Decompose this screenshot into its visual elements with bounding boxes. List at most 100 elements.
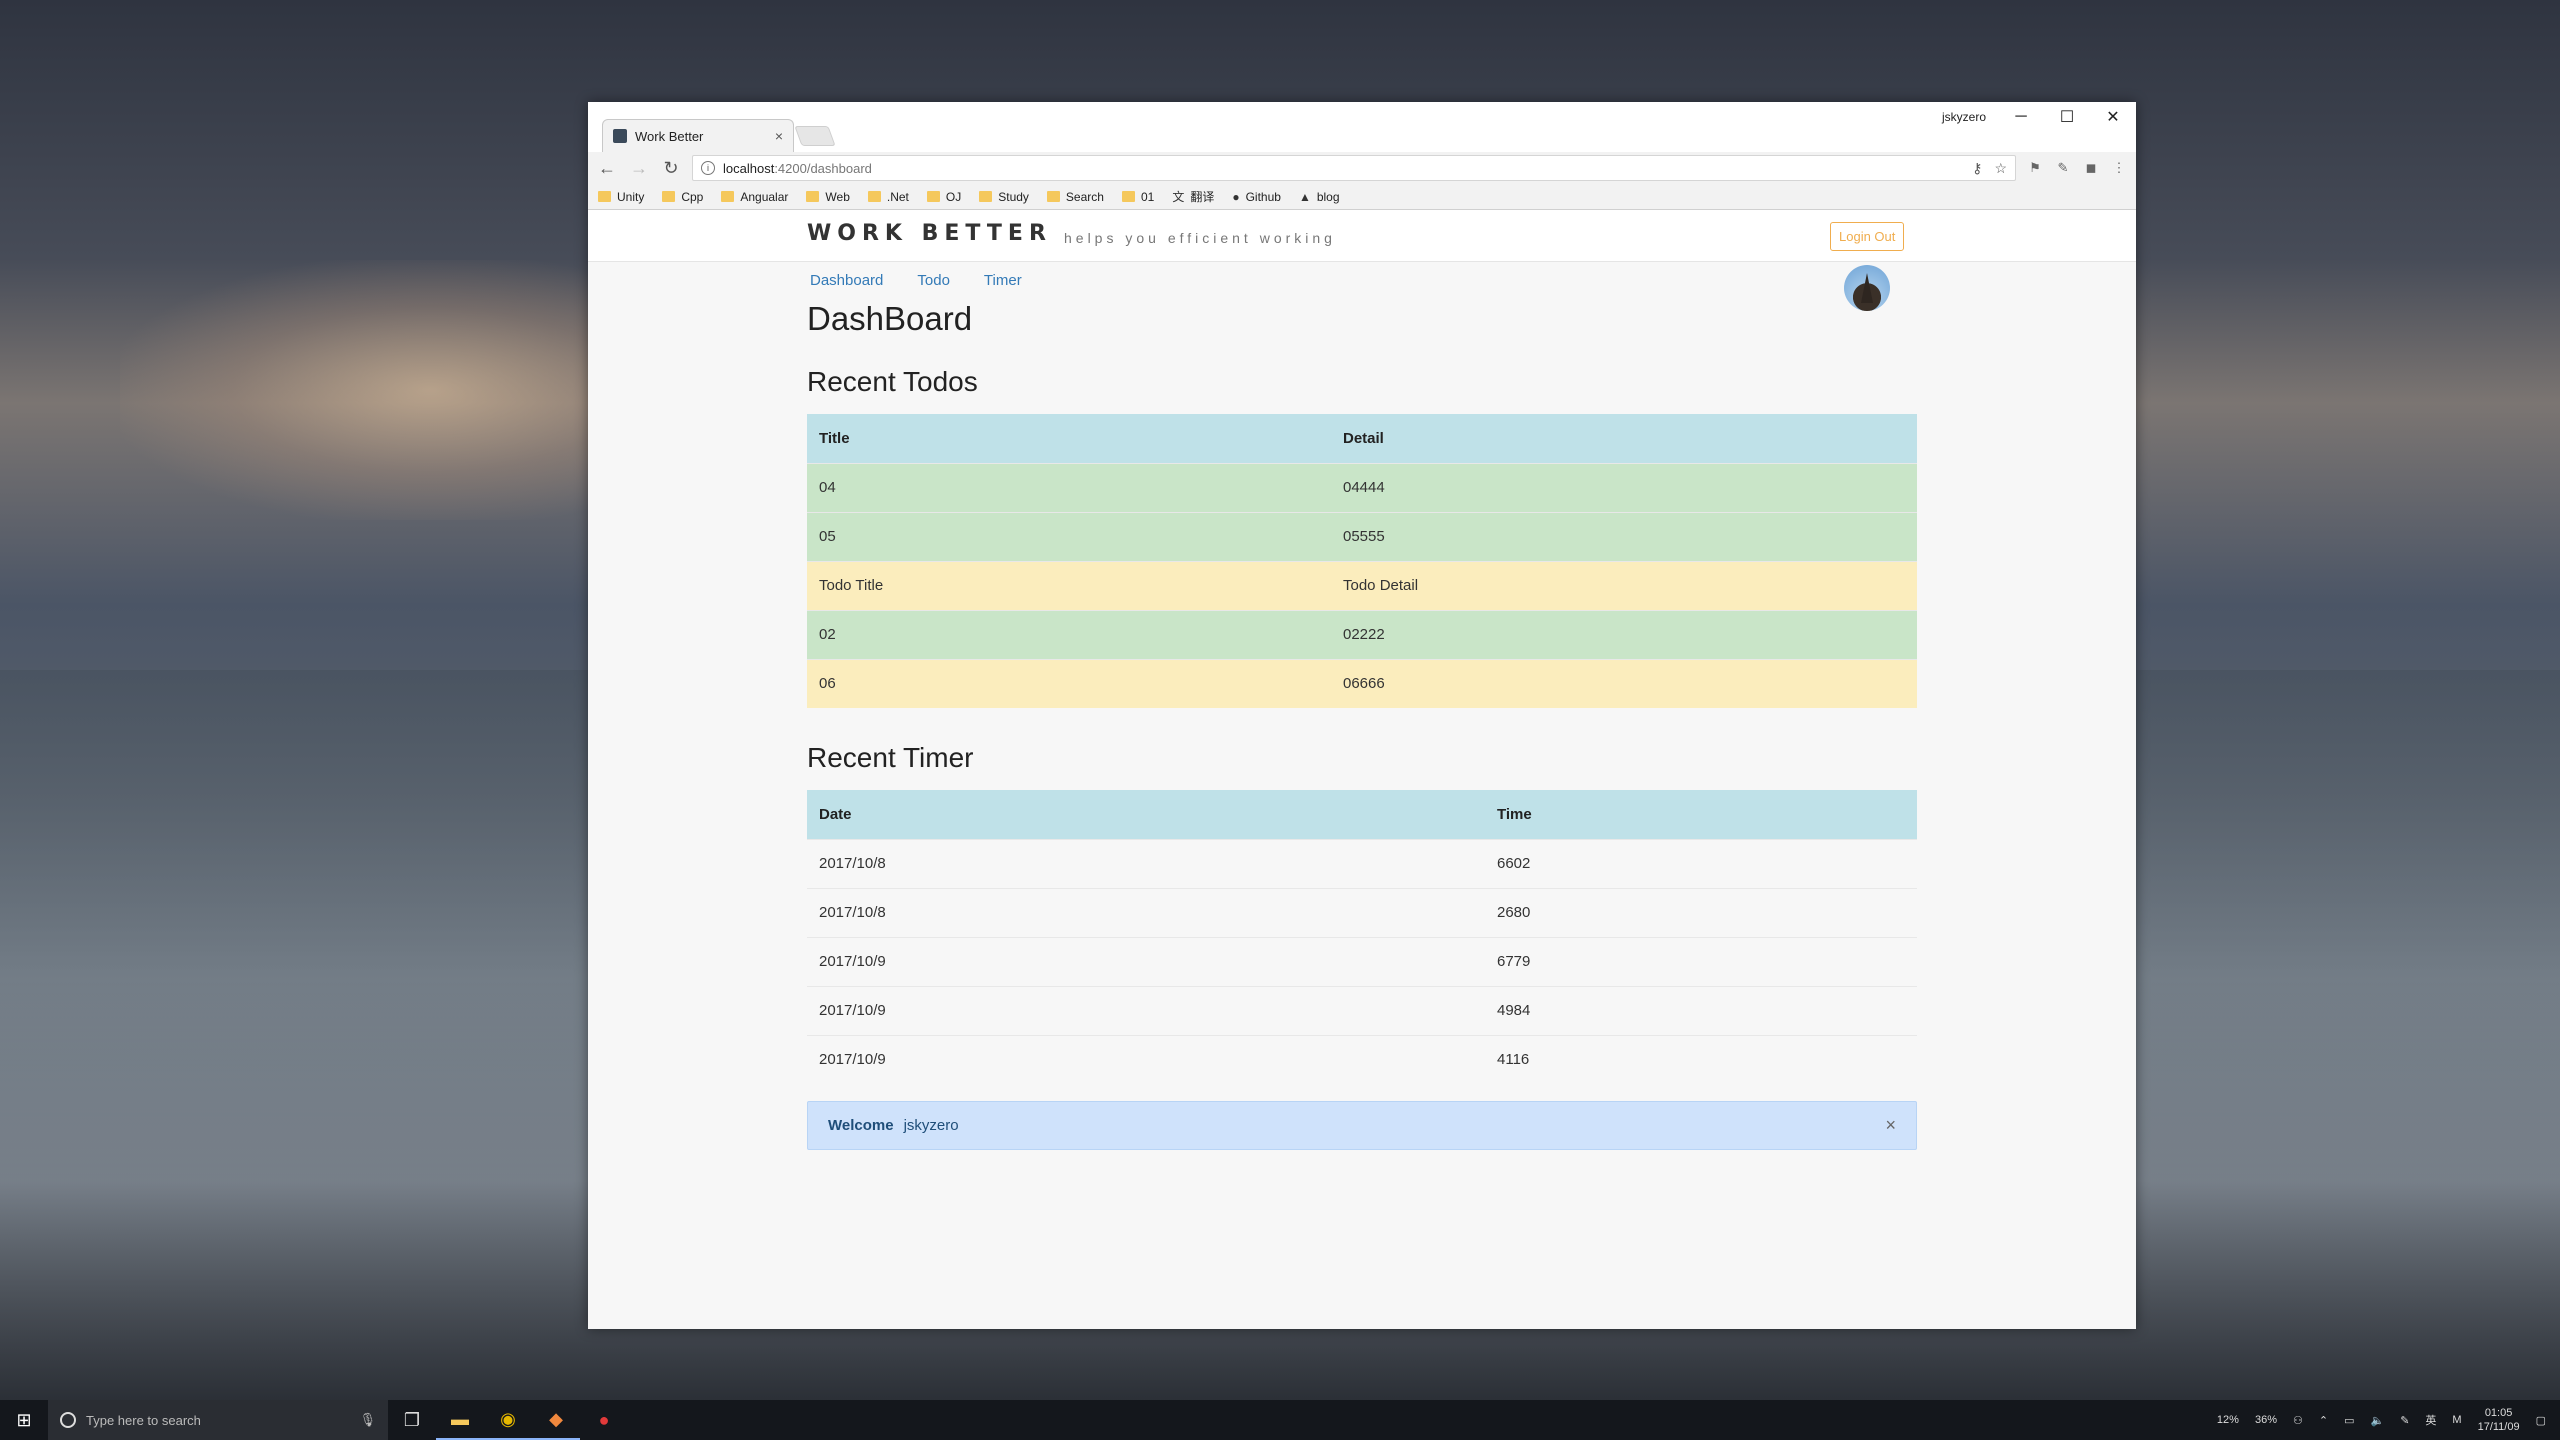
bookmark-unity[interactable]: Unity (598, 190, 644, 204)
todo-detail-cell: 05555 (1331, 511, 1917, 561)
site-info-icon[interactable]: i (701, 161, 715, 175)
address-bar[interactable]: i localhost :4200/dashboard ⚷ ☆ (692, 155, 2016, 181)
todo-title-cell: 05 (807, 511, 1331, 561)
folder-icon (598, 191, 611, 202)
ime-icon[interactable]: 英 (2425, 1412, 2436, 1428)
extension-dropper-icon[interactable]: ✎ (2054, 159, 2072, 177)
brand-tagline: helps you efficient working (1064, 230, 1336, 246)
action-center-icon[interactable]: ▢ (2536, 1414, 2546, 1427)
timer-time-cell: 4116 (1485, 1034, 1917, 1084)
clock[interactable]: 01:05 17/11/09 (2478, 1406, 2520, 1434)
todo-detail-cell: 02222 (1331, 609, 1917, 659)
table-row[interactable]: 02 02222 (807, 609, 1917, 659)
nav-todo[interactable]: Todo (917, 272, 950, 289)
avatar[interactable] (1844, 265, 1890, 311)
url-path: :4200/dashboard (774, 160, 872, 176)
bookmark-label: blog (1316, 189, 1340, 204)
column-header-detail: Detail (1331, 414, 1917, 463)
table-row: 2017/10/9 4116 (807, 1034, 1917, 1084)
table-row[interactable]: 06 06666 (807, 658, 1917, 708)
timer-date-cell: 2017/10/9 (807, 985, 1485, 1035)
bookmark-translate[interactable]: 文翻译 (1172, 188, 1214, 205)
bookmark-blog[interactable]: ▲ blog (1299, 190, 1340, 204)
file-explorer-icon[interactable]: ▬ (436, 1400, 484, 1440)
forward-icon[interactable]: → (628, 158, 650, 179)
timer-time-cell: 2680 (1485, 887, 1917, 937)
table-row[interactable]: 05 05555 (807, 511, 1917, 561)
visual-studio-icon[interactable]: ◆ (532, 1400, 580, 1440)
microphone-icon[interactable]: 🎙 (359, 1412, 376, 1428)
bookmark-cpp[interactable]: Cpp (662, 190, 703, 204)
extension-color-icon[interactable]: ◼ (2082, 159, 2100, 177)
pen-icon[interactable]: ✎ (2400, 1414, 2409, 1427)
clock-date: 17/11/09 (2477, 1421, 2520, 1433)
close-window-icon[interactable]: ✕ (2090, 102, 2136, 132)
maximize-icon[interactable]: ☐ (2044, 102, 2090, 132)
bookmark-angualar[interactable]: Angualar (721, 190, 788, 204)
folder-icon (867, 191, 881, 202)
bookmark-label: Angualar (740, 189, 789, 204)
bookmark-dotnet[interactable]: .Net (867, 190, 909, 204)
todo-title-cell: Todo Title (807, 560, 1331, 610)
folder-icon (979, 191, 993, 202)
system-tray: 12% 36% ⚇ ⌃ ▭ 🔈 ✎ 英 M 01:05 17/11/09 ▢ (2217, 1406, 2560, 1434)
alert-username: jskyzero (903, 1117, 959, 1134)
key-icon[interactable]: ⚷ (1972, 160, 1982, 177)
new-tab-button[interactable] (794, 126, 836, 146)
tab-close-icon[interactable]: × (775, 128, 783, 144)
bookmark-01[interactable]: 01 (1121, 190, 1154, 204)
bookmark-star-icon[interactable]: ☆ (1994, 160, 2007, 177)
menu-icon[interactable]: ⋮ (2110, 159, 2128, 177)
todo-title-cell: 04 (807, 462, 1331, 512)
network-icon[interactable]: ▭ (2344, 1414, 2354, 1427)
bookmark-label: Cpp (681, 189, 704, 204)
nav-dashboard[interactable]: Dashboard (810, 272, 883, 289)
todos-table: Title Detail 04 04444 05 05555 Todo Titl… (807, 414, 1917, 708)
reload-icon[interactable]: ↻ (660, 158, 682, 179)
profile-name[interactable]: jskyzero (1942, 110, 1986, 124)
bookmark-label: 翻译 (1190, 190, 1215, 204)
table-header-row: Title Detail (807, 414, 1917, 463)
folder-icon (721, 191, 735, 202)
timer-time-cell: 4984 (1485, 985, 1917, 1035)
column-header-time: Time (1485, 790, 1917, 839)
todo-detail-cell: Todo Detail (1331, 560, 1917, 610)
column-header-date: Date (807, 790, 1485, 839)
volume-icon[interactable]: 🔈 (2370, 1414, 2384, 1427)
minimize-icon[interactable]: ─ (1998, 102, 2044, 132)
folder-icon (926, 191, 940, 202)
tray-chevron-icon[interactable]: ⌃ (2319, 1414, 2328, 1427)
browser-tab[interactable]: Work Better × (602, 119, 794, 152)
todo-title-cell: 02 (807, 609, 1331, 659)
taskbar-search-placeholder: Type here to search (86, 1412, 201, 1428)
alert-close-icon[interactable]: × (1885, 1115, 1896, 1136)
brand-logo[interactable]: WORK BETTER (807, 221, 1052, 246)
music-app-icon[interactable]: ● (580, 1400, 628, 1440)
bookmark-web[interactable]: Web (806, 190, 850, 204)
task-view-icon[interactable]: ❐ (388, 1400, 436, 1440)
mail-icon[interactable]: M (2452, 1414, 2461, 1426)
folder-icon (1046, 191, 1060, 202)
bookmark-label: Unity (617, 189, 645, 204)
bookmark-oj[interactable]: OJ (926, 190, 961, 204)
bookmark-study[interactable]: Study (979, 190, 1029, 204)
extension-tag-icon[interactable]: ⚑ (2026, 159, 2044, 177)
nav-timer[interactable]: Timer (984, 272, 1022, 289)
table-row: 2017/10/8 2680 (807, 887, 1917, 937)
taskbar-search[interactable]: Type here to search 🎙 (48, 1400, 388, 1440)
favicon-icon (613, 129, 627, 143)
bookmark-search[interactable]: Search (1046, 190, 1104, 204)
browser-toolbar: ← → ↻ i localhost :4200/dashboard ⚷ ☆ ⚑ … (588, 152, 2136, 184)
windows-start-icon[interactable]: ⊞ (0, 1400, 48, 1440)
timer-table: Date Time 2017/10/8 6602 2017/10/8 2680 … (807, 790, 1917, 1084)
page-title: DashBoard (807, 300, 973, 337)
bookmark-github[interactable]: ● Github (1232, 190, 1281, 204)
back-icon[interactable]: ← (596, 158, 618, 179)
people-icon[interactable]: ⚇ (2293, 1414, 2303, 1427)
table-row[interactable]: 04 04444 (807, 462, 1917, 512)
chrome-icon[interactable]: ◉ (484, 1400, 532, 1440)
logout-button[interactable]: Login Out (1830, 222, 1905, 251)
cortana-icon (60, 1412, 76, 1428)
todo-title-cell: 06 (807, 658, 1331, 708)
table-row[interactable]: Todo Title Todo Detail (807, 560, 1917, 610)
